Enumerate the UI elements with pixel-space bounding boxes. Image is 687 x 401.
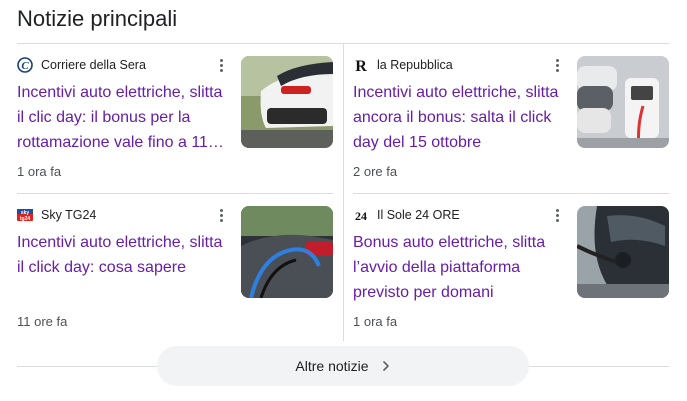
corriere-logo-icon: C	[17, 57, 33, 73]
news-card[interactable]: R la Repubblica Incentivi auto elettrich…	[353, 44, 669, 184]
chevron-right-icon	[381, 361, 391, 371]
source-row: R la Repubblica	[353, 56, 453, 74]
headline-link[interactable]: Bonus auto elettriche, slitta l’avvio de…	[353, 230, 565, 305]
more-options-icon[interactable]	[213, 206, 229, 224]
white-car-rear-image[interactable]	[241, 56, 333, 148]
news-card[interactable]: C Corriere della Sera Incentivi auto ele…	[17, 44, 333, 184]
source-row: 24 Il Sole 24 ORE	[353, 206, 460, 224]
car-plugged-in-image[interactable]	[577, 206, 669, 298]
source-name: Il Sole 24 ORE	[377, 208, 460, 222]
news-card[interactable]: sky tg24 Sky TG24 Incentivi auto elettric…	[17, 194, 333, 334]
more-news-button[interactable]: Altre notizie	[157, 346, 529, 386]
source-row: sky tg24 Sky TG24	[17, 206, 96, 224]
more-options-icon[interactable]	[549, 206, 565, 224]
column-divider	[343, 44, 344, 341]
more-options-icon[interactable]	[549, 56, 565, 74]
headline-link[interactable]: Incentivi auto elettriche, slitta il cli…	[17, 230, 229, 280]
news-card[interactable]: 24 Il Sole 24 ORE Bonus auto elettriche,…	[353, 194, 669, 334]
svg-text:tg24: tg24	[20, 216, 31, 222]
source-name: la Repubblica	[377, 58, 453, 72]
svg-text:R: R	[355, 58, 367, 73]
timestamp: 11 ore fa	[17, 314, 68, 329]
headline-link[interactable]: Incentivi auto elettriche, slitta il cli…	[17, 80, 229, 155]
sole24ore-logo-icon: 24	[353, 207, 369, 223]
timestamp: 1 ora fa	[353, 314, 398, 329]
svg-text:C: C	[21, 60, 29, 72]
source-name: Corriere della Sera	[41, 58, 146, 72]
more-options-icon[interactable]	[213, 56, 229, 74]
ev-charging-station-image[interactable]	[577, 56, 669, 148]
car-charging-cable-image[interactable]	[241, 206, 333, 298]
headline-link[interactable]: Incentivi auto elettriche, slitta ancora…	[353, 80, 565, 155]
skytg24-logo-icon: sky tg24	[17, 207, 33, 223]
svg-text:24: 24	[355, 209, 367, 223]
timestamp: 2 ore fa	[353, 164, 398, 179]
source-name: Sky TG24	[41, 208, 97, 222]
footer-divider-left	[17, 366, 157, 367]
more-news-label: Altre notizie	[295, 358, 369, 374]
repubblica-logo-icon: R	[353, 57, 369, 73]
footer-divider-right	[529, 366, 669, 367]
section-title: Notizie principali	[17, 6, 178, 31]
timestamp: 1 ora fa	[17, 164, 62, 179]
source-row: C Corriere della Sera	[17, 56, 146, 74]
